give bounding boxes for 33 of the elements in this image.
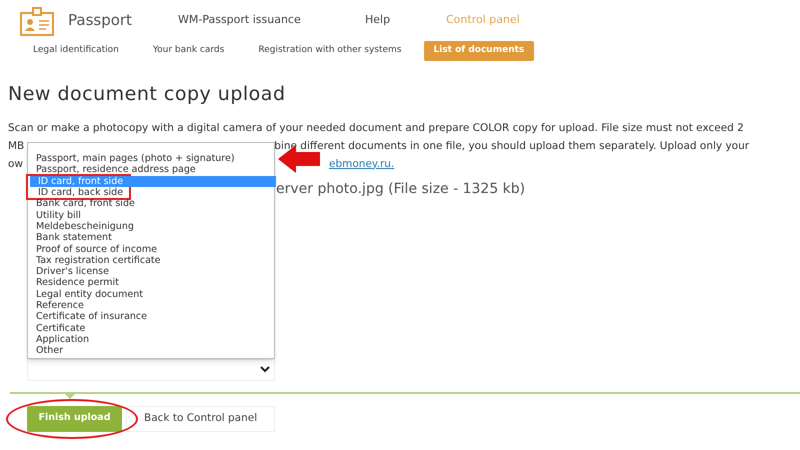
dropdown-option[interactable]: Bank statement [28, 232, 274, 244]
dropdown-option[interactable]: Passport, main pages (photo + signature) [28, 153, 274, 164]
dropdown-option[interactable]: Driver's license [28, 266, 274, 278]
chevron-down-icon [260, 366, 270, 373]
subnav-tab[interactable]: Registration with other systems [258, 41, 402, 61]
dropdown-option[interactable]: Utility bill [28, 210, 274, 221]
dropdown-option[interactable]: Tax registration certificate [28, 254, 274, 266]
page-heading: New document copy upload [8, 82, 287, 107]
document-select[interactable] [27, 358, 275, 380]
dropdown-option[interactable]: Certificate [28, 322, 274, 334]
nav-link[interactable]: Help [365, 12, 446, 28]
subnav-tab[interactable]: Legal identification [33, 41, 119, 61]
dropdown-option[interactable]: Passport, residence address page [28, 164, 274, 176]
email-link[interactable]: ebmoney.ru. [329, 154, 394, 172]
dropdown-option[interactable]: Legal entity document [28, 288, 274, 300]
instruction-text: Scan or make a photocopy with a digital camera of your needed document and prepare COLOR copy for upload. File size must not exceed 2 [8, 120, 745, 136]
subnav-tab[interactable]: Your bank cards [152, 41, 224, 61]
id-card-icon [20, 7, 54, 37]
site-title: Passport [68, 10, 133, 31]
instruction-text: MB [8, 138, 24, 154]
nav-link[interactable]: WM-Passport issuance [178, 12, 365, 28]
back-button[interactable]: Back to Control panel [126, 406, 276, 432]
dropdown-option[interactable]: ID card, back side [30, 187, 276, 198]
instruction-text: ow [8, 156, 24, 172]
dropdown-option[interactable]: Proof of source of income [28, 244, 274, 255]
dropdown-option[interactable]: Bank card, front side [28, 198, 274, 210]
file-info: erver photo.jpg (File size - 1325 kb) [276, 180, 526, 198]
dropdown-option[interactable]: Meldebescheinigung [28, 220, 274, 232]
dropdown-option[interactable]: Application [28, 334, 274, 346]
dropdown-option[interactable]: Other [28, 345, 274, 356]
dropdown-option[interactable]: Certificate of insurance [28, 311, 274, 323]
dropdown-option[interactable]: Reference [28, 300, 274, 312]
dropdown-option[interactable]: Residence permit [28, 277, 274, 289]
